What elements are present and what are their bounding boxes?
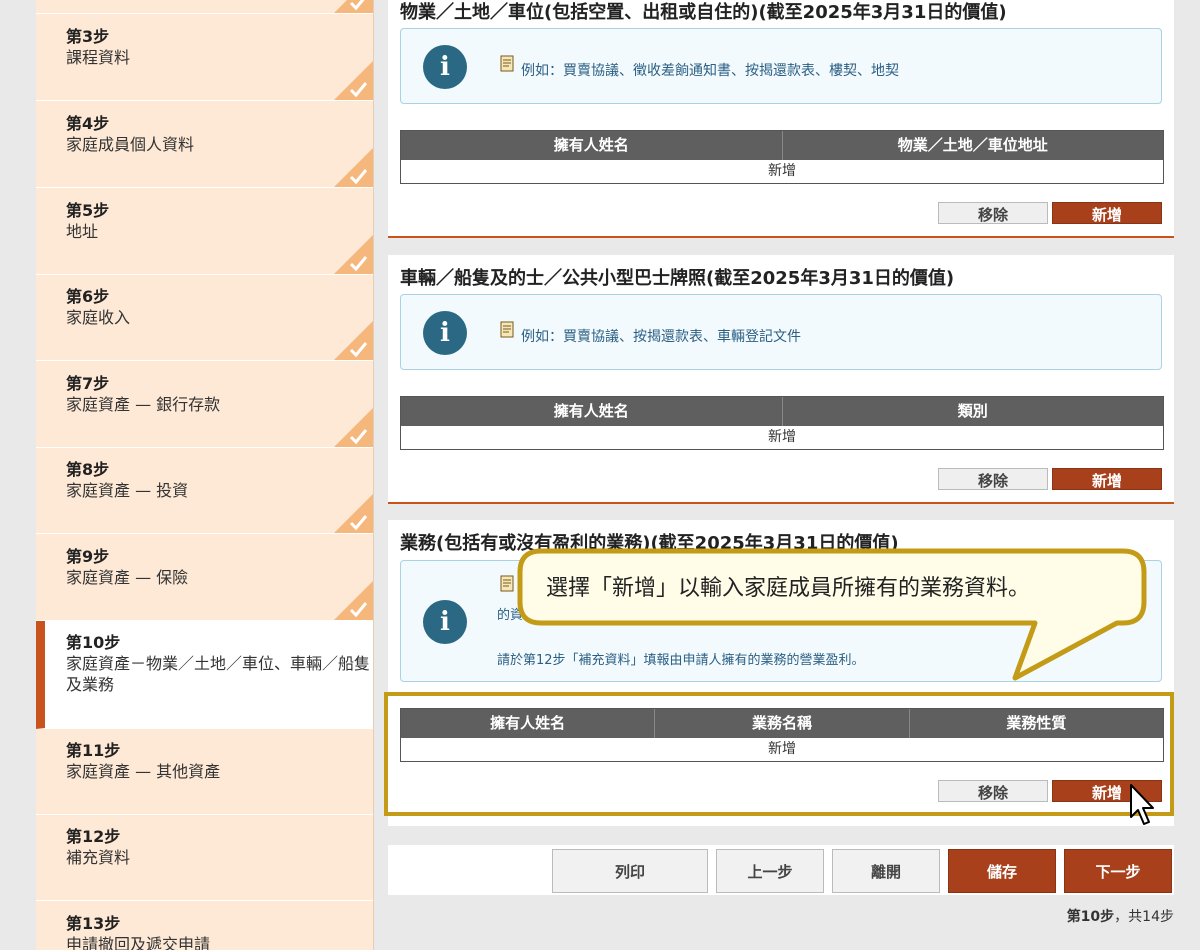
step-label: 家庭成員個人資料 <box>66 135 195 154</box>
step-label: 家庭資產 — 銀行存款 <box>66 395 221 414</box>
highlight-frame <box>384 692 1174 816</box>
callout-bubble <box>517 548 1147 681</box>
check-icon <box>334 0 373 13</box>
step-label: 家庭資產 — 保險 <box>66 568 189 587</box>
add-button[interactable]: 新增 <box>1052 202 1162 224</box>
table-header: 擁有人姓名 物業／土地／車位地址 <box>401 131 1163 160</box>
table-header: 擁有人姓名 類別 <box>401 397 1163 426</box>
step-number: 第3步 <box>66 27 110 46</box>
cursor-icon <box>1130 784 1154 825</box>
sidebar-step-9[interactable]: 第9步 家庭資產 — 保險 <box>36 535 373 621</box>
sidebar-step-10[interactable]: 第10步 家庭資產－物業／土地／車位、車輛／船隻及業務 <box>36 621 373 729</box>
total-steps: 共14步 <box>1128 909 1174 925</box>
document-icon <box>500 321 514 338</box>
sidebar-step-3[interactable]: 第3步 課程資料 <box>36 15 373 101</box>
info-text: 例如：買賣協議、按揭還款表、車輛登記文件 <box>521 329 801 345</box>
save-button[interactable]: 儲存 <box>948 849 1056 893</box>
sidebar-step-6[interactable]: 第6步 家庭收入 <box>36 275 373 361</box>
add-row[interactable]: 新增 <box>401 160 1163 183</box>
step-number: 第11步 <box>66 741 121 760</box>
step-number: 第8步 <box>66 460 110 479</box>
step-number: 第4步 <box>66 114 110 133</box>
add-row[interactable]: 新增 <box>401 426 1163 449</box>
step-number: 第10步 <box>66 633 121 652</box>
add-button[interactable]: 新增 <box>1052 468 1162 490</box>
next-button[interactable]: 下一步 <box>1064 849 1172 893</box>
separator: ， <box>1114 909 1129 925</box>
step-label: 地址 <box>66 222 99 241</box>
step-label: 家庭資產 — 其他資產 <box>66 762 221 781</box>
step-label: 申請撤回及遞交申請 <box>66 935 211 950</box>
column-address: 物業／土地／車位地址 <box>897 136 1048 154</box>
step-number: 第9步 <box>66 547 110 566</box>
prev-button[interactable]: 上一步 <box>716 849 824 893</box>
remove-button[interactable]: 移除 <box>938 468 1048 490</box>
check-icon <box>334 408 373 447</box>
document-icon <box>500 55 514 72</box>
sidebar: 第3步 課程資料 第4步 家庭成員個人資料 第5步 地址 第6步 家庭收入 第7… <box>36 0 374 950</box>
info-box: i 例如：買賣協議、按揭還款表、車輛登記文件 <box>400 294 1162 370</box>
vehicle-section: 車輛／船隻及的士／公共小型巴士牌照(截至2025年3月31日的價值) i 例如：… <box>388 255 1174 504</box>
vehicle-table: 擁有人姓名 類別 新增 <box>400 396 1164 450</box>
property-table: 擁有人姓名 物業／土地／車位地址 新增 <box>400 130 1164 184</box>
document-icon <box>500 575 514 592</box>
sidebar-step-5[interactable]: 第5步 地址 <box>36 189 373 275</box>
sidebar-step-12[interactable]: 第12步 補充資料 <box>36 815 373 901</box>
column-type: 類別 <box>957 402 988 420</box>
section-title: 車輛／船隻及的士／公共小型巴士牌照(截至2025年3月31日的價值) <box>400 268 955 289</box>
current-step: 第10步 <box>1066 909 1115 925</box>
step-number: 第5步 <box>66 201 110 220</box>
section-title: 物業／土地／車位(包括空置、出租或自住的)(截至2025年3月31日的價值) <box>400 2 1007 23</box>
step-label: 課程資料 <box>66 48 131 67</box>
check-icon <box>334 581 373 620</box>
info-text: 例如：買賣協議、徵收差餉通知書、按揭還款表、樓契、地契 <box>521 63 899 79</box>
column-owner: 擁有人姓名 <box>401 131 783 160</box>
sidebar-step-7[interactable]: 第7步 家庭資產 — 銀行存款 <box>36 362 373 448</box>
leave-button[interactable]: 離開 <box>832 849 940 893</box>
step-label: 家庭資產－物業／土地／車位、車輛／船隻及業務 <box>66 654 371 694</box>
info-box: i 例如：買賣協議、徵收差餉通知書、按揭還款表、樓契、地契 <box>400 28 1162 104</box>
column-owner: 擁有人姓名 <box>401 397 783 426</box>
step-label: 家庭資產 — 投資 <box>66 481 189 500</box>
sidebar-step-2[interactable] <box>36 0 373 14</box>
sidebar-step-8[interactable]: 第8步 家庭資產 — 投資 <box>36 448 373 534</box>
info-icon: i <box>423 45 467 89</box>
check-icon <box>334 494 373 533</box>
step-number: 第6步 <box>66 287 110 306</box>
step-number: 第12步 <box>66 827 121 846</box>
print-button[interactable]: 列印 <box>552 849 708 893</box>
info-icon: i <box>423 311 467 355</box>
sidebar-step-13[interactable]: 第13步 申請撤回及遞交申請 <box>36 902 373 950</box>
sidebar-step-11[interactable]: 第11步 家庭資產 — 其他資產 <box>36 729 373 815</box>
check-icon <box>334 148 373 187</box>
step-label: 家庭收入 <box>66 308 131 327</box>
page-indicator: 第10步，共14步 <box>1067 906 1174 926</box>
remove-button[interactable]: 移除 <box>938 202 1048 224</box>
step-number: 第13步 <box>66 914 121 933</box>
sidebar-step-4[interactable]: 第4步 家庭成員個人資料 <box>36 102 373 188</box>
check-icon <box>334 321 373 360</box>
check-icon <box>334 235 373 274</box>
info-icon: i <box>423 600 467 644</box>
check-icon <box>334 61 373 100</box>
callout-text: 選擇「新增」以輸入家庭成員所擁有的業務資料。 <box>546 576 1031 601</box>
step-label: 補充資料 <box>66 848 131 867</box>
property-section: 物業／土地／車位(包括空置、出租或自住的)(截至2025年3月31日的價值) i… <box>388 0 1174 238</box>
step-number: 第7步 <box>66 374 110 393</box>
